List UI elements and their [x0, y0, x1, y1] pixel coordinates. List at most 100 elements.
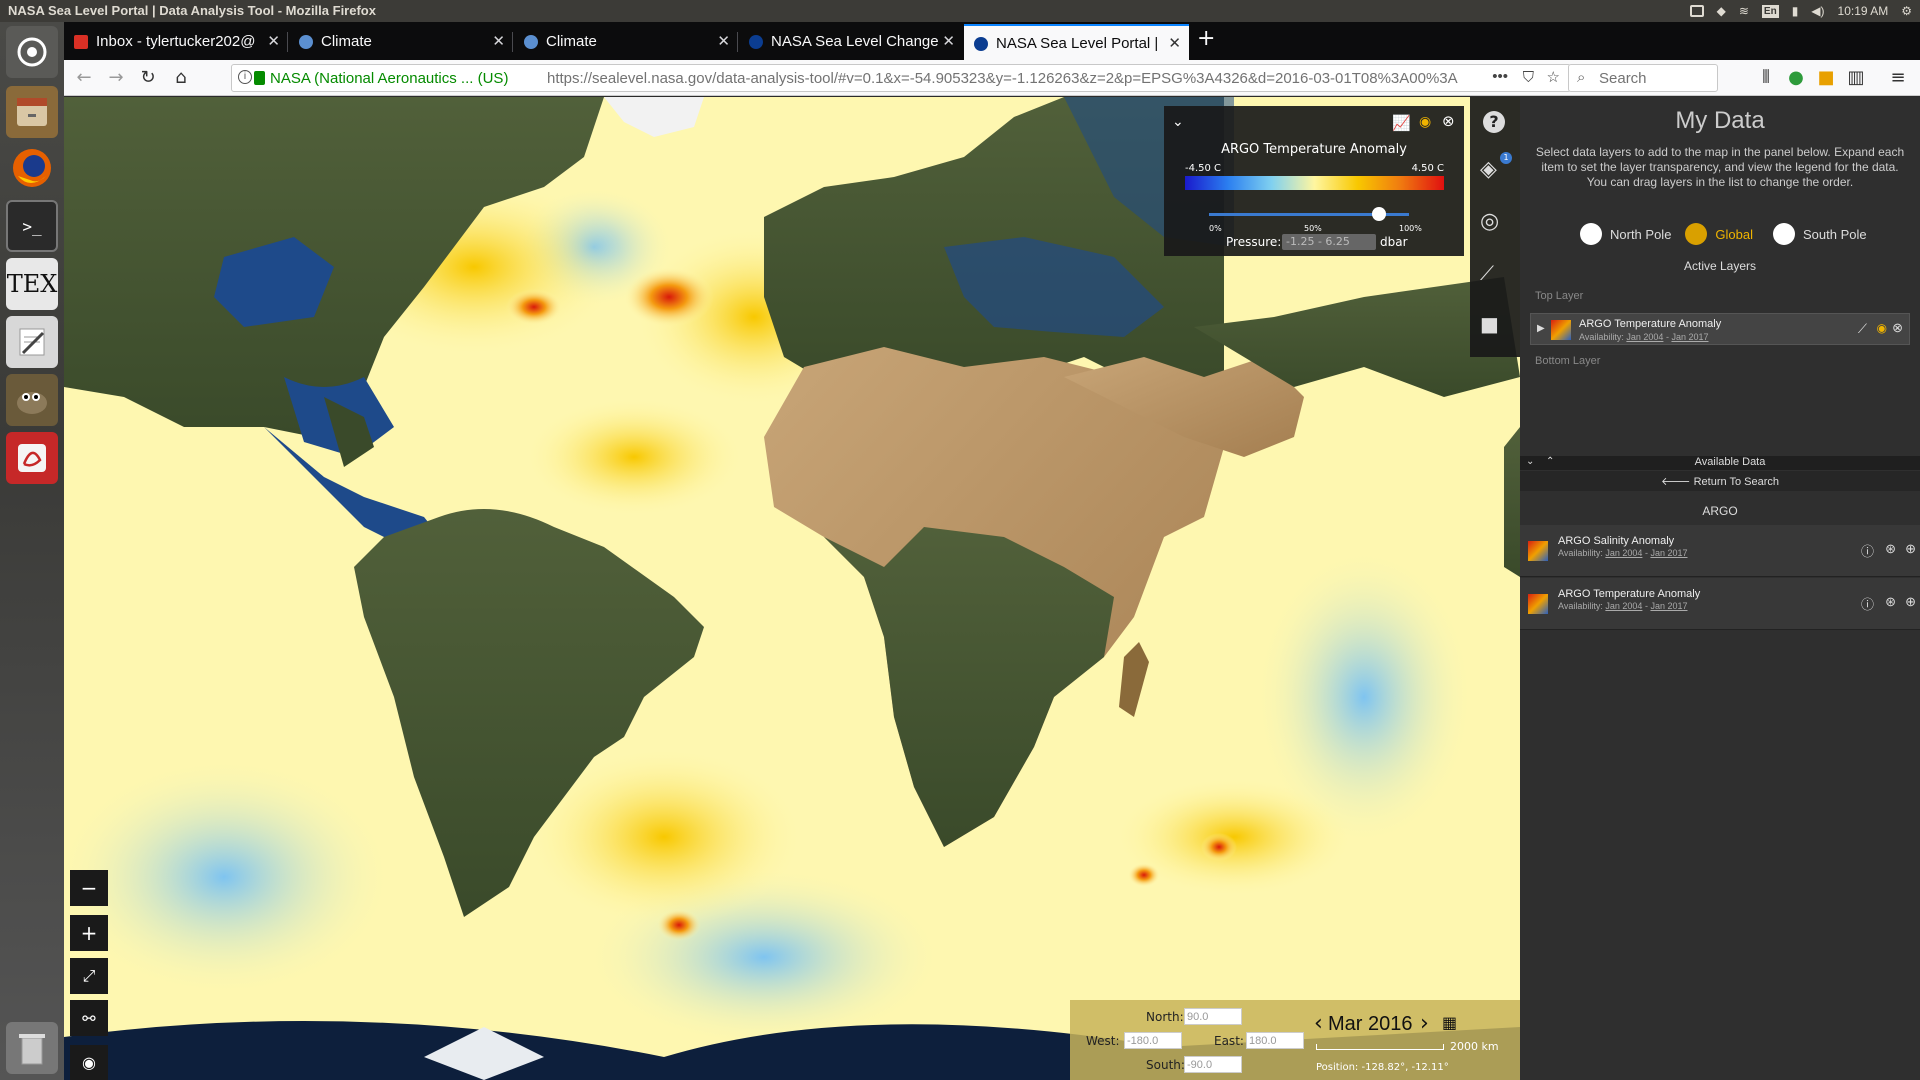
url-text[interactable]: https://sealevel.nasa.gov/data-analysis-… — [547, 70, 1467, 87]
layers-icon[interactable]: ◈ — [1480, 157, 1497, 182]
tab-sea-level-portal[interactable]: NASA Sea Level Portal | ✕ — [964, 24, 1189, 60]
trash-icon[interactable] — [6, 1022, 58, 1074]
new-tab-button[interactable]: + — [1197, 26, 1215, 51]
pressure-range-select[interactable]: -1.25 - 6.25 — [1282, 234, 1376, 250]
zoom-out-button[interactable]: − — [70, 870, 108, 906]
display-icon[interactable] — [1689, 5, 1704, 17]
info-icon[interactable]: ⓘ — [1861, 594, 1874, 613]
volume-icon[interactable]: ◀) — [1811, 4, 1824, 18]
tab-climate-2[interactable]: Climate ✕ — [514, 24, 738, 60]
fullscreen-icon[interactable]: ⤢ — [70, 958, 108, 994]
add-layer-icon[interactable]: ⊕ — [1905, 541, 1916, 557]
dataset-availability: Availability: Jan 2004 - Jan 2017 — [1558, 548, 1688, 558]
files-icon[interactable] — [6, 86, 58, 138]
document-viewer-icon[interactable] — [6, 432, 58, 484]
next-date-button[interactable]: › — [1420, 1011, 1429, 1036]
east-input[interactable] — [1246, 1032, 1304, 1049]
camera-icon[interactable]: ◉ — [70, 1045, 108, 1080]
close-tab-icon[interactable]: ✕ — [717, 32, 730, 50]
return-to-search-button[interactable]: 🡐 Return To Search — [1520, 471, 1920, 491]
info-icon[interactable]: ⓘ — [1861, 541, 1874, 560]
help-icon[interactable]: ? — [1483, 111, 1505, 133]
close-tab-icon[interactable]: ✕ — [267, 32, 280, 50]
prev-date-button[interactable]: ‹ — [1314, 1011, 1323, 1036]
opacity-slider[interactable] — [1209, 207, 1409, 221]
south-label: South: — [1146, 1058, 1185, 1072]
tab-climate-1[interactable]: Climate ✕ — [289, 24, 513, 60]
projection-south[interactable]: South Pole — [1803, 227, 1867, 242]
pocket-icon[interactable]: ⛉ — [1523, 69, 1534, 86]
chart-tool-icon[interactable]: ⟋ — [1480, 261, 1494, 285]
back-button[interactable]: ← — [72, 66, 96, 90]
zoom-in-button[interactable]: + — [70, 915, 108, 951]
gimp-icon[interactable] — [6, 374, 58, 426]
menu-icon[interactable]: ≡ — [1886, 66, 1910, 90]
chart-icon[interactable]: 📈 — [1392, 114, 1411, 132]
nasa-favicon-icon — [749, 35, 763, 49]
grammarly-icon[interactable]: ● — [1784, 66, 1808, 90]
search-input[interactable]: ⌕ Search — [1568, 64, 1718, 92]
settings-icon[interactable]: ⊛ — [1885, 594, 1896, 610]
global-icon[interactable] — [1685, 223, 1708, 245]
dataset-row[interactable]: ARGO Salinity Anomaly Availability: Jan … — [1520, 525, 1920, 577]
keyboard-language[interactable]: En — [1761, 4, 1779, 18]
remove-layer-icon[interactable]: ⊗ — [1442, 112, 1455, 130]
site-info-icon[interactable]: i — [238, 70, 252, 84]
link-icon[interactable]: ⚯ — [70, 1000, 108, 1036]
south-pole-icon[interactable] — [1773, 223, 1795, 245]
site-identity[interactable]: NASA (National Aeronautics ... (US) — [270, 70, 508, 87]
date-display[interactable]: Mar 2016 — [1328, 1013, 1413, 1036]
legend-title: ARGO Temperature Anomaly — [1221, 142, 1407, 157]
dropbox-icon[interactable]: ◆ — [1717, 4, 1726, 18]
layer-chart-icon[interactable]: ⟋ — [1858, 321, 1867, 337]
north-input[interactable] — [1184, 1008, 1242, 1025]
close-tab-icon[interactable]: ✕ — [942, 32, 955, 50]
library-icon[interactable]: ⫴ — [1754, 66, 1778, 90]
layer-eye-icon[interactable]: ◉ — [1877, 321, 1887, 335]
close-tab-icon[interactable]: ✕ — [492, 32, 505, 50]
tab-separator — [737, 32, 738, 52]
firefox-icon[interactable] — [6, 142, 58, 194]
video-icon[interactable]: ■ — [1480, 312, 1499, 336]
collapse-legend-icon[interactable]: ⌄ — [1172, 114, 1184, 130]
add-layer-icon[interactable]: ⊕ — [1905, 594, 1916, 610]
calendar-icon[interactable]: ▦ — [1442, 1013, 1457, 1032]
visibility-eye-icon[interactable]: ◉ — [1419, 114, 1431, 130]
battery-icon[interactable]: ▮ — [1792, 4, 1799, 18]
gmail-icon — [74, 35, 88, 49]
home-button[interactable]: ⌂ — [169, 66, 193, 90]
tab-inbox[interactable]: Inbox - tylertucker202@ ✕ — [64, 24, 288, 60]
dataset-row[interactable]: ARGO Temperature Anomaly Availability: J… — [1520, 578, 1920, 630]
globe-icon[interactable]: ◎ — [1480, 209, 1499, 234]
layer-close-icon[interactable]: ⊗ — [1892, 320, 1903, 336]
south-input[interactable] — [1184, 1056, 1242, 1073]
dash-home-icon[interactable] — [6, 26, 58, 78]
tab-sea-level-change[interactable]: NASA Sea Level Change ✕ — [739, 24, 963, 60]
text-editor-icon[interactable] — [6, 316, 58, 368]
url-bar[interactable]: i NASA (National Aeronautics ... (US) ht… — [231, 64, 1571, 92]
legend-min: -4.50 C — [1185, 163, 1222, 174]
texmaker-icon[interactable]: TEX — [6, 258, 58, 310]
dataset-group-heading: ARGO — [1702, 504, 1738, 518]
opacity-slider-handle[interactable] — [1372, 207, 1386, 221]
forward-button[interactable]: → — [104, 66, 128, 90]
active-layer-row[interactable]: ▶ ARGO Temperature Anomaly Availability:… — [1530, 313, 1910, 345]
extension-icon[interactable]: ■ — [1814, 66, 1838, 90]
projection-north[interactable]: North Pole — [1610, 227, 1671, 242]
screen: NASA Sea Level Portal | Data Analysis To… — [0, 0, 1920, 1080]
wifi-icon[interactable]: ≋ — [1739, 4, 1749, 18]
projection-global[interactable]: Global — [1715, 227, 1753, 242]
close-tab-icon[interactable]: ✕ — [1168, 34, 1181, 52]
west-input[interactable] — [1124, 1032, 1182, 1049]
settings-icon[interactable]: ⊛ — [1885, 541, 1896, 557]
terminal-icon[interactable]: >_ — [6, 200, 58, 252]
sidebar-icon[interactable]: ▥ — [1844, 66, 1868, 90]
north-pole-icon[interactable] — [1580, 223, 1602, 245]
expand-caret-icon[interactable]: ▶ — [1537, 323, 1545, 334]
reload-button[interactable]: ↻ — [136, 66, 160, 90]
page-actions-icon[interactable]: ••• — [1492, 68, 1508, 85]
settings-gear-icon[interactable]: ⚙ — [1901, 4, 1912, 18]
east-label: East: — [1214, 1034, 1244, 1048]
clock[interactable]: 10:19 AM — [1838, 4, 1889, 18]
bookmark-star-icon[interactable]: ☆ — [1547, 68, 1560, 86]
